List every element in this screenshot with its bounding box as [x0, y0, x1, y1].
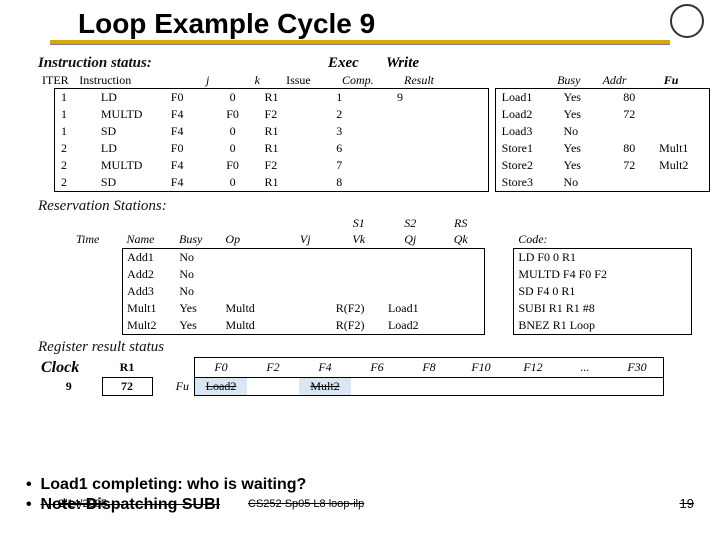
table-row: 2MULTDF4F0F27: [55, 157, 489, 174]
sec-instr-status: Instruction status:: [38, 55, 328, 72]
col-addr: Addr: [599, 73, 645, 88]
col-result: Result: [400, 73, 454, 88]
footer-date: 2/14/2005: [58, 498, 107, 510]
col-code: Code:: [514, 232, 692, 248]
col-busy2: Busy: [175, 232, 221, 248]
logo-seal: [670, 4, 704, 38]
col-qk: Qk: [435, 232, 485, 248]
table-row: Load1Yes80: [495, 89, 709, 107]
table-row: Add3NoSD F4 0 R1: [72, 283, 692, 300]
bullet-1: • Load1 completing: who is waiting?: [26, 475, 306, 495]
col-vk: Vk: [332, 232, 385, 248]
col-qj: Qj: [385, 232, 435, 248]
table-row: 1SDF40R13: [55, 123, 489, 140]
table-row: Load3No: [495, 123, 709, 140]
rs-table: Add1NoLD F0 0 R1Add2NoMULTD F4 F0 F2Add3…: [72, 248, 692, 335]
col-vj: Vj: [278, 232, 333, 248]
table-row: 1MULTDF4F0F22: [55, 106, 489, 123]
table-row: Mult2YesMultdR(F2)Load2BNEZ R1 Loop: [72, 317, 692, 335]
sec-write: Write: [386, 53, 419, 73]
table-row: Add2NoMULTD F4 F0 F2: [72, 266, 692, 283]
col-fu: Fu: [644, 73, 698, 88]
col-s1: S1: [332, 216, 385, 232]
col-j: j: [183, 73, 233, 88]
col-op: Op: [221, 232, 278, 248]
table-row: Load2Yes72: [495, 106, 709, 123]
reg-result-table: ClockR1F0F2F4F6F8F10F12...F30972FuLoad2M…: [36, 357, 664, 396]
col-comp: Comp.: [338, 73, 400, 88]
col-s2: S2: [385, 216, 435, 232]
sec-exec: Exec: [328, 53, 386, 73]
col-instr: Instruction: [75, 73, 143, 88]
col-busy: Busy: [553, 73, 599, 88]
slide-title: Loop Example Cycle 9: [78, 8, 710, 40]
footer-mid: CS252 Sp05 L8 loop-ilp: [248, 498, 364, 510]
rs-columns: S1 S2 RS Time Name Busy Op Vj Vk Qj Qk C…: [72, 216, 692, 248]
col-rs: RS: [435, 216, 485, 232]
col-issue: Issue: [282, 73, 338, 88]
table-row: 1LDF00R119: [55, 89, 489, 107]
table-row: 2SDF40R18: [55, 174, 489, 192]
col-iter: ITER: [38, 73, 75, 88]
table-row: Add1NoLD F0 0 R1: [72, 249, 692, 267]
table-row: 972FuLoad2Mult2: [36, 378, 664, 396]
sec-reg-result: Register result status: [38, 339, 710, 356]
instr-status-columns: ITER Instruction j k Issue Comp. Result …: [38, 73, 698, 88]
table-row: Store1Yes80Mult1: [495, 140, 709, 157]
col-name: Name: [122, 232, 175, 248]
title-rule: [50, 40, 670, 45]
footer-page: 19: [680, 496, 694, 511]
col-time: Time: [72, 232, 122, 248]
table-row: Store3No: [495, 174, 709, 192]
table-row: ClockR1F0F2F4F6F8F10F12...F30: [36, 358, 664, 378]
table-row: Store2Yes72Mult2: [495, 157, 709, 174]
instr-status-table: 1LDF00R1191MULTDF4F0F221SDF40R132LDF00R1…: [54, 88, 710, 192]
col-k: k: [232, 73, 282, 88]
table-row: 2LDF00R16: [55, 140, 489, 157]
bullet-1-text: Load1 completing: who is waiting?: [41, 476, 307, 493]
table-row: Mult1YesMultdR(F2)Load1SUBI R1 R1 #8: [72, 300, 692, 317]
sec-res-stations: Reservation Stations:: [38, 198, 710, 215]
